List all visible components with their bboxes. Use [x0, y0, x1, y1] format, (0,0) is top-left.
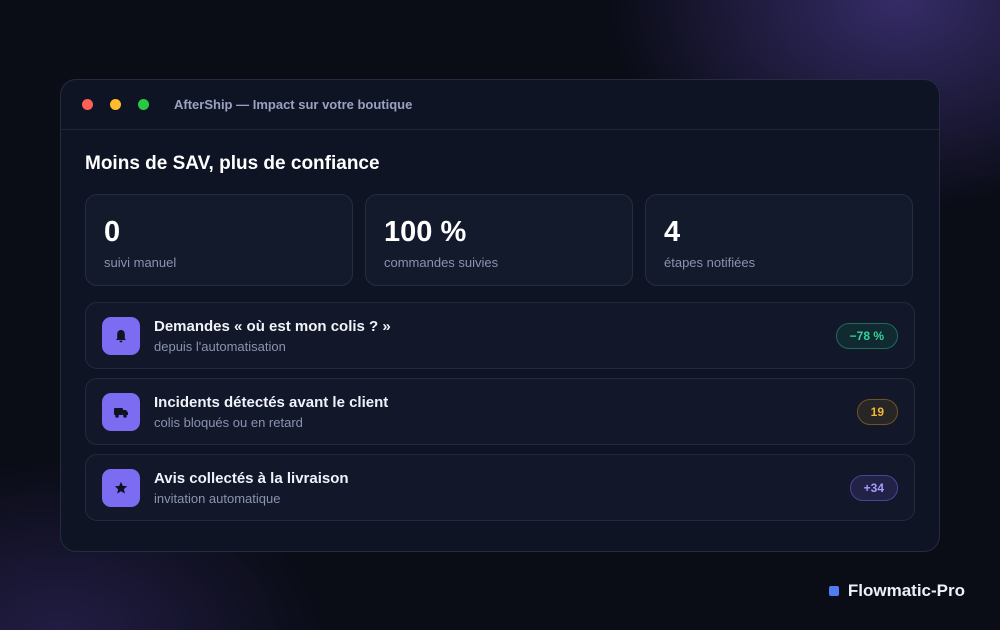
list-item-subtitle: invitation automatique [154, 490, 281, 506]
count-badge: 19 [856, 398, 898, 425]
close-window-button[interactable] [82, 99, 93, 110]
stat-label: suivi manuel [104, 255, 177, 270]
stat-card-manual-tracking: 0 suivi manuel [85, 194, 353, 286]
stat-value: 4 [664, 216, 681, 248]
stat-card-tracked-orders: 100 % commandes suivies [365, 194, 633, 286]
stat-value: 100 % [384, 216, 467, 248]
count-badge: +34 [849, 474, 898, 501]
truck-icon [102, 392, 140, 431]
main-content: Moins de SAV, plus de confiance 0 suivi … [61, 130, 939, 521]
stat-label: étapes notifiées [664, 255, 756, 270]
bell-icon [102, 316, 140, 355]
impact-list: Demandes « où est mon colis ? » depuis l… [85, 302, 915, 521]
minimize-window-button[interactable] [110, 99, 121, 110]
stat-card-notified-steps: 4 étapes notifiées [645, 194, 913, 286]
maximize-window-button[interactable] [138, 99, 149, 110]
list-item-subtitle: colis bloqués ou en retard [154, 414, 303, 430]
brand-name: Flowmatic-Pro [847, 581, 965, 600]
brand-logo-icon [828, 586, 839, 596]
status-badge: −78 % [835, 322, 898, 349]
list-item-incidents[interactable]: Incidents détectés avant le client colis… [85, 378, 915, 445]
stats-row: 0 suivi manuel 100 % commandes suivies 4… [85, 194, 915, 286]
stat-label: commandes suivies [384, 255, 499, 270]
page-title: Moins de SAV, plus de confiance [85, 153, 380, 174]
stat-value: 0 [104, 216, 121, 248]
brand-footer: Flowmatic-Pro [828, 581, 965, 601]
list-item-title: Demandes « où est mon colis ? » [154, 317, 391, 335]
list-item-subtitle: depuis l'automatisation [154, 338, 286, 354]
star-icon [102, 468, 140, 507]
window-title: AfterShip — Impact sur votre boutique [174, 97, 413, 112]
list-item-title: Incidents détectés avant le client [154, 393, 389, 411]
list-item-wismo-requests[interactable]: Demandes « où est mon colis ? » depuis l… [85, 302, 915, 369]
app-window: AfterShip — Impact sur votre boutique Mo… [60, 79, 940, 552]
list-item-reviews[interactable]: Avis collectés à la livraison invitation… [85, 454, 915, 521]
title-bar: AfterShip — Impact sur votre boutique [61, 80, 939, 130]
list-item-title: Avis collectés à la livraison [154, 469, 349, 487]
